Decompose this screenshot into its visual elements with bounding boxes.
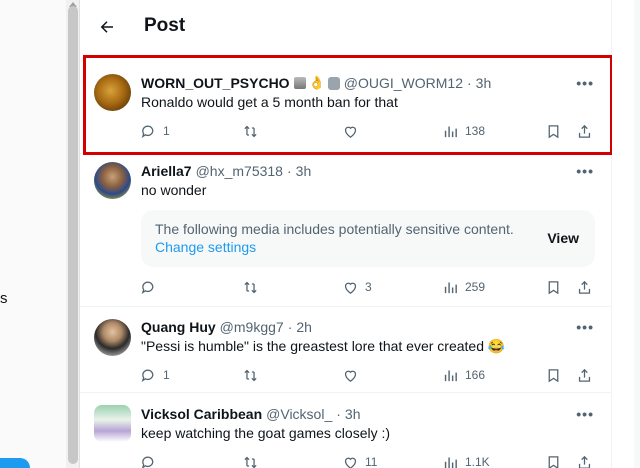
views-button[interactable]: 166 [442, 365, 485, 385]
author-name[interactable]: Ariella7 [141, 163, 192, 179]
like-count: 11 [365, 455, 378, 468]
view-button[interactable]: View [547, 230, 579, 246]
share-icon [578, 455, 591, 468]
repost-button[interactable] [242, 365, 265, 385]
avatar[interactable] [94, 405, 131, 442]
post-feed: Post WORN_OUT_PSYCHO 👌 @OUGI_WORM12 · 3h… [80, 0, 613, 468]
author-handle[interactable]: @hx_m75318 [196, 163, 283, 179]
post-text: keep watching the goat games closely :) [141, 425, 391, 441]
bookmark-button[interactable] [545, 452, 562, 468]
action-bar: 11 1.1K [134, 452, 604, 468]
highlight-box [83, 55, 613, 155]
like-button[interactable] [342, 365, 365, 385]
left-rail: s [0, 0, 66, 468]
change-settings-link[interactable]: Change settings [155, 239, 256, 255]
views-button[interactable]: 1.1K [442, 452, 490, 468]
truncated-nav-text: s [0, 290, 8, 307]
right-panel-edge [634, 0, 640, 468]
views-button[interactable]: 259 [442, 277, 485, 297]
post-time[interactable]: 3h [345, 406, 361, 422]
like-count: 3 [365, 280, 372, 294]
post-text: no wonder [141, 182, 207, 198]
post-button-edge[interactable] [0, 458, 30, 468]
author-name[interactable]: Quang Huy [141, 319, 216, 335]
share-icon [578, 280, 591, 294]
avatar[interactable] [94, 319, 131, 356]
views-icon [444, 370, 457, 381]
scrollbar[interactable] [66, 0, 80, 468]
like-icon [344, 457, 357, 468]
repost-icon [244, 456, 257, 468]
more-icon[interactable]: ••• [576, 319, 594, 335]
reply-button[interactable] [140, 277, 163, 297]
share-button[interactable] [576, 452, 593, 468]
like-icon [344, 282, 357, 294]
avatar[interactable] [94, 162, 131, 199]
action-bar: 1 166 [134, 365, 604, 385]
more-icon[interactable]: ••• [576, 163, 594, 179]
bookmark-icon [548, 280, 559, 294]
page-header: Post [80, 0, 612, 53]
author-handle[interactable]: @Vicksol_ [266, 406, 332, 422]
post-text: "Pessi is humble" is the greastest lore … [141, 338, 506, 354]
author-handle[interactable]: @m9kgg7 [220, 319, 284, 335]
reply-count: 1 [163, 368, 170, 382]
bookmark-icon [548, 455, 559, 468]
bookmark-button[interactable] [545, 365, 562, 385]
bookmark-button[interactable] [545, 277, 562, 297]
back-arrow-icon [100, 21, 113, 33]
reply-post[interactable]: Quang Huy @m9kgg7 · 2h ••• "Pessi is hum… [80, 307, 612, 393]
reply-icon [141, 456, 154, 468]
bookmark-icon [548, 368, 559, 382]
sensitive-content-warning[interactable]: The following media includes potentially… [141, 210, 595, 267]
view-count: 166 [465, 368, 486, 382]
sensitive-notice: The following media includes potentially… [155, 221, 514, 237]
reply-post[interactable]: Vicksol Caribbean @Vicksol_ · 3h ••• kee… [80, 393, 612, 468]
share-button[interactable] [576, 365, 593, 385]
like-button[interactable]: 11 [342, 452, 377, 468]
page-title: Post [144, 15, 186, 36]
repost-icon [244, 281, 257, 293]
like-icon [344, 370, 357, 382]
scroll-thumb[interactable] [68, 6, 78, 464]
views-icon [444, 457, 457, 468]
reply-icon [141, 281, 154, 294]
repost-icon [244, 369, 257, 381]
post-time[interactable]: 3h [296, 163, 312, 179]
repost-button[interactable] [242, 277, 265, 297]
action-bar: 3 259 [134, 277, 604, 297]
author-name[interactable]: Vicksol Caribbean [141, 406, 262, 422]
share-button[interactable] [576, 277, 593, 297]
view-count: 1.1K [465, 455, 490, 468]
reply-button[interactable]: 1 [140, 365, 170, 385]
reply-button[interactable] [140, 452, 163, 468]
views-icon [444, 282, 457, 293]
share-icon [578, 368, 591, 382]
back-button[interactable] [92, 12, 122, 42]
more-icon[interactable]: ••• [576, 406, 594, 422]
view-count: 259 [465, 280, 486, 294]
repost-button[interactable] [242, 452, 265, 468]
reply-icon [141, 369, 154, 382]
like-button[interactable]: 3 [342, 277, 372, 297]
post-time[interactable]: 2h [296, 319, 312, 335]
right-rail [612, 0, 640, 468]
